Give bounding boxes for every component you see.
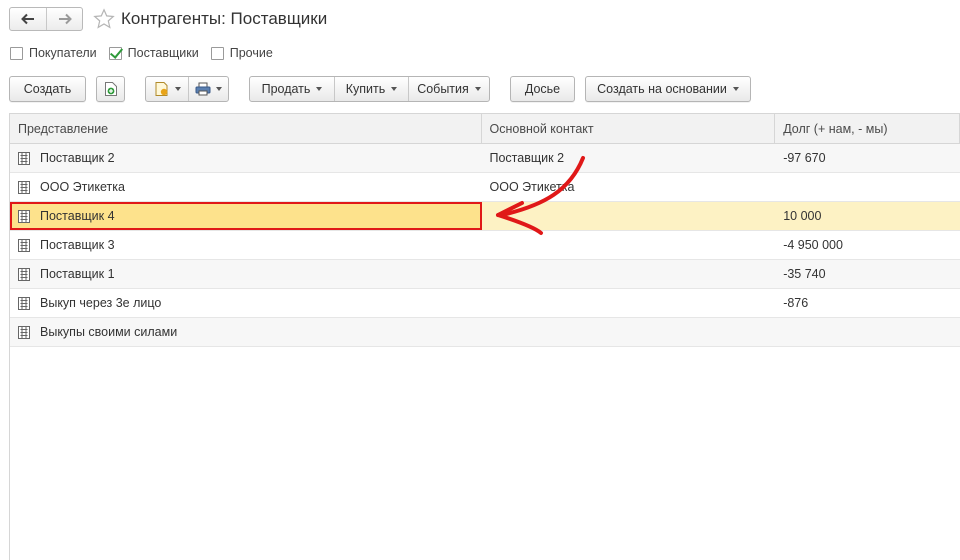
column-header-debt[interactable]: Долг (+ нам, - мы) [775,114,960,143]
cell-name[interactable]: Поставщик 1 [10,260,482,288]
favorite-button[interactable] [93,8,115,30]
cell-contact[interactable]: Поставщик 2 [482,144,776,172]
create-based-label: Создать на основании [597,82,727,96]
other-checkbox[interactable] [210,46,224,60]
cell-name[interactable]: Поставщик 2 [10,144,482,172]
table-row[interactable]: Поставщик 3 -4 950 000 [10,231,960,260]
catalog-item-icon [18,267,30,281]
filter-label: Покупатели [29,46,97,60]
table-row[interactable]: ООО Этикетка ООО Этикетка [10,173,960,202]
filter-other[interactable]: Прочие [210,46,273,60]
sell-label: Продать [261,82,311,96]
table-row[interactable]: Поставщик 4 10 000 [10,202,960,231]
arrow-left-icon [21,13,34,25]
row-name: Выкуп через 3е лицо [40,296,162,310]
cell-contact[interactable] [482,231,776,259]
row-contact: ООО Этикетка [489,180,575,194]
nav-buttons [9,7,83,31]
row-name: Поставщик 1 [40,267,115,281]
row-name: Поставщик 3 [40,238,115,252]
cell-debt[interactable]: -876 [775,289,960,317]
copy-doc-icon [104,82,117,96]
table-row[interactable]: Выкупы своими силами [10,318,960,347]
printer-icon [195,82,211,96]
catalog-item-icon [18,209,30,223]
cell-name[interactable]: Поставщик 3 [10,231,482,259]
row-name: ООО Этикетка [40,180,125,194]
catalog-item-icon [18,151,30,165]
reports-dropdown[interactable] [146,77,188,101]
table-body: Поставщик 2 Поставщик 2 -97 670 ООО Этикетк… [10,144,960,347]
back-button[interactable] [10,8,46,30]
create-button-label: Создать [23,82,72,96]
cell-debt[interactable]: -4 950 000 [775,231,960,259]
star-icon [93,8,115,29]
arrow-right-icon [58,13,72,25]
cell-name[interactable]: ООО Этикетка [10,173,482,201]
report-print-group [145,76,229,102]
row-name: Выкупы своими силами [40,325,178,339]
row-contact: Поставщик 2 [489,151,565,165]
cell-debt[interactable] [775,173,960,201]
cell-name[interactable]: Выкуп через 3е лицо [10,289,482,317]
cell-contact[interactable] [482,202,776,230]
print-dropdown[interactable] [188,77,228,101]
title-bar: Контрагенты: Поставщики [9,6,327,32]
row-name: Поставщик 4 [40,209,115,223]
counterparties-table: Представление Основной контакт Долг (+ н… [9,113,960,560]
row-debt: -4 950 000 [783,238,843,252]
dossier-button[interactable]: Досье [510,76,575,102]
reports-icon [155,82,167,96]
table-row[interactable]: Поставщик 1 -35 740 [10,260,960,289]
events-dropdown[interactable]: События [408,77,489,101]
suppliers-checkbox[interactable] [108,46,122,60]
page-title: Контрагенты: Поставщики [121,9,328,28]
filter-bar: Покупатели Поставщики Прочие [10,45,285,61]
column-header-contact[interactable]: Основной контакт [482,114,776,143]
table-row[interactable]: Выкуп через 3е лицо -876 [10,289,960,318]
events-label: События [417,82,469,96]
copy-button[interactable] [96,76,125,102]
filter-label: Прочие [229,46,273,60]
filter-suppliers[interactable]: Поставщики [108,46,199,60]
cell-debt[interactable]: -97 670 [775,144,960,172]
create-button[interactable]: Создать [9,76,86,102]
filter-buyers[interactable]: Покупатели [10,46,97,60]
table-header: Представление Основной контакт Долг (+ н… [10,114,960,144]
catalog-item-icon [18,296,30,310]
row-name: Поставщик 2 [40,151,115,165]
cell-name[interactable]: Поставщик 4 [10,202,482,230]
cell-contact[interactable] [482,289,776,317]
row-debt: -876 [783,296,809,310]
sell-dropdown[interactable]: Продать [250,77,334,101]
dossier-label: Досье [524,82,561,96]
cell-name[interactable]: Выкупы своими силами [10,318,482,346]
catalog-item-icon [18,325,30,339]
cell-contact[interactable]: ООО Этикетка [482,173,776,201]
cell-debt[interactable] [775,318,960,346]
cell-debt[interactable]: 10 000 [775,202,960,230]
buy-label: Купить [345,82,386,96]
cell-contact[interactable] [482,318,776,346]
row-debt: 10 000 [783,209,822,223]
buy-dropdown[interactable]: Купить [334,77,408,101]
row-debt: -35 740 [783,267,826,281]
table-row[interactable]: Поставщик 2 Поставщик 2 -97 670 [10,144,960,173]
cell-debt[interactable]: -35 740 [775,260,960,288]
catalog-item-icon [18,180,30,194]
catalog-item-icon [18,238,30,252]
buyers-checkbox[interactable] [10,46,23,60]
column-header-name[interactable]: Представление [10,114,482,143]
action-group: Продать Купить События [249,76,490,102]
filter-label: Поставщики [127,46,199,60]
row-debt: -97 670 [783,151,826,165]
cell-contact[interactable] [482,260,776,288]
forward-button[interactable] [46,8,82,30]
create-based-on-dropdown[interactable]: Создать на основании [585,76,751,102]
